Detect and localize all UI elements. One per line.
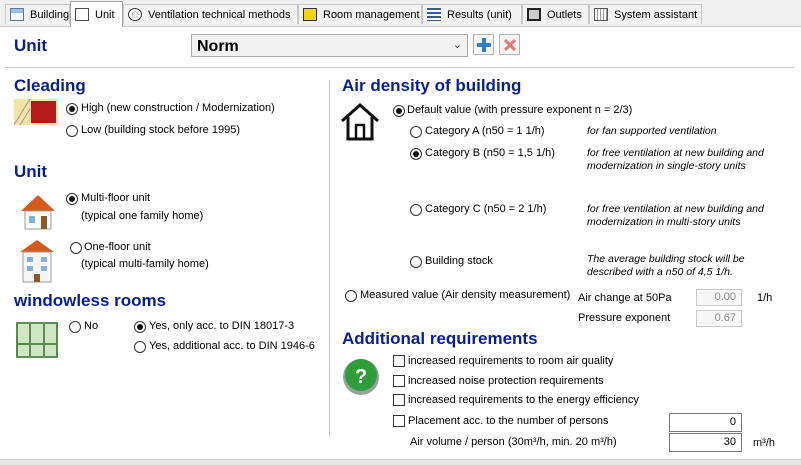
measured-value-label: Measured value (Air density measurement) — [360, 289, 571, 301]
windowless-din18017-radio[interactable] — [134, 321, 146, 333]
tab-system-assistant[interactable]: System assistant — [589, 4, 702, 24]
wall-cladding-icon — [14, 99, 58, 125]
category-b-label: Category B (n50 = 1,5 1/h) — [425, 147, 555, 159]
window-icon — [16, 322, 58, 358]
cleading-title: Cleading — [14, 76, 86, 95]
air-volume-label: Air volume / person (30m³/h, min. 20 m³/… — [410, 436, 617, 448]
plus-icon — [476, 37, 491, 52]
tab-outlets[interactable]: Outlets — [522, 4, 589, 24]
persons-placement-label: Placement acc. to the number of persons — [408, 415, 609, 427]
question-mark-icon: ? — [343, 359, 379, 395]
one-floor-unit-sub: (typical multi-family home) — [81, 258, 209, 270]
noise-protection-label: increased noise protection requirements — [408, 375, 604, 387]
cleading-low-label: Low (building stock before 1995) — [81, 124, 240, 136]
column-divider — [329, 80, 330, 437]
default-value-radio[interactable] — [393, 105, 405, 117]
energy-efficiency-checkbox[interactable] — [393, 394, 405, 406]
air-change-field[interactable]: 0.00 — [696, 289, 742, 306]
building-stock-radio[interactable] — [410, 256, 422, 268]
category-a-label: Category A (n50 = 1 1/h) — [425, 125, 545, 137]
outlets-icon — [527, 8, 541, 21]
windowless-din1946-label: Yes, additional acc. to DIN 1946-6 — [149, 340, 315, 352]
tab-unit[interactable]: Unit — [70, 1, 123, 27]
default-value-label: Default value (with pressure exponent n … — [407, 104, 633, 116]
unit-header-title: Unit — [14, 36, 48, 55]
category-b-radio[interactable] — [410, 148, 422, 160]
one-floor-unit-radio[interactable] — [70, 242, 82, 254]
category-a-desc: for fan supported ventilation — [587, 125, 717, 137]
energy-efficiency-label: increased requirements to the energy eff… — [408, 394, 639, 406]
delete-x-icon — [503, 38, 516, 51]
windowless-din1946-radio[interactable] — [134, 341, 146, 353]
add-unit-button[interactable] — [473, 34, 494, 55]
delete-unit-button[interactable] — [499, 34, 520, 55]
category-c-desc: for free ventilation at new building and… — [587, 203, 764, 228]
pressure-exponent-label: Pressure exponent — [578, 312, 671, 324]
building-stock-desc: The average building stock will be descr… — [587, 253, 745, 278]
room-icon — [303, 8, 317, 21]
unit-select-value: Norm — [197, 38, 239, 55]
svg-text:?: ? — [355, 366, 367, 388]
category-a-radio[interactable] — [410, 126, 422, 138]
tab-room-management[interactable]: Room management — [298, 4, 422, 24]
house-icon — [75, 8, 89, 21]
windowless-rooms-title: windowless rooms — [14, 291, 167, 310]
category-b-desc: for free ventilation at new building and… — [587, 147, 764, 172]
tab-bar: Building Unit Ventilation technical meth… — [0, 0, 801, 27]
air-volume-field[interactable]: 30 — [669, 433, 742, 452]
cleading-high-label: High (new construction / Modernization) — [81, 102, 275, 114]
house-outline-icon — [341, 102, 379, 141]
chevron-down-icon: ⌄ — [452, 39, 462, 51]
air-volume-unit: m³/h — [753, 437, 775, 449]
persons-count-field[interactable]: 0 — [669, 413, 742, 432]
building-icon — [10, 8, 24, 21]
results-list-icon — [427, 8, 441, 21]
windowless-no-label: No — [84, 320, 99, 332]
multi-floor-unit-sub: (typical one family home) — [81, 210, 204, 222]
cleading-low-radio[interactable] — [66, 125, 78, 137]
multi-family-house-icon — [20, 240, 54, 283]
persons-placement-checkbox[interactable] — [393, 415, 405, 427]
one-family-house-icon — [21, 195, 55, 230]
tab-building[interactable]: Building — [5, 4, 70, 24]
tab-ventilation-technical-methods[interactable]: Ventilation technical methods — [123, 4, 298, 24]
category-c-radio[interactable] — [410, 204, 422, 216]
building-stock-label: Building stock — [425, 255, 493, 267]
windowless-din18017-label: Yes, only acc. to DIN 18017-3 — [149, 320, 295, 332]
one-floor-unit-label: One-floor unit — [84, 241, 151, 253]
unit-type-title: Unit — [14, 162, 48, 181]
pressure-exponent-field[interactable]: 0.67 — [696, 310, 742, 327]
multi-floor-unit-radio[interactable] — [66, 193, 78, 205]
ventilation-icon — [128, 8, 142, 21]
category-c-label: Category C (n50 = 2 1/h) — [425, 203, 547, 215]
additional-requirements-title: Additional requirements — [342, 329, 538, 348]
header-divider — [5, 67, 794, 68]
bottom-bar — [0, 459, 801, 465]
air-change-label: Air change at 50Pa — [578, 292, 672, 304]
multi-floor-unit-label: Multi-floor unit — [81, 192, 151, 204]
air-change-unit: 1/h — [757, 292, 773, 304]
air-density-title: Air density of building — [342, 76, 522, 95]
air-quality-label: increased requirements to room air quali… — [408, 355, 614, 367]
noise-protection-checkbox[interactable] — [393, 375, 405, 387]
tab-results-unit[interactable]: Results (unit) — [422, 4, 522, 24]
air-quality-checkbox[interactable] — [393, 355, 405, 367]
measured-value-radio[interactable] — [345, 290, 357, 302]
cleading-high-radio[interactable] — [66, 103, 78, 115]
windowless-no-radio[interactable] — [69, 321, 81, 333]
unit-select[interactable]: Norm ⌄ — [191, 34, 468, 57]
assistant-icon — [594, 8, 608, 21]
